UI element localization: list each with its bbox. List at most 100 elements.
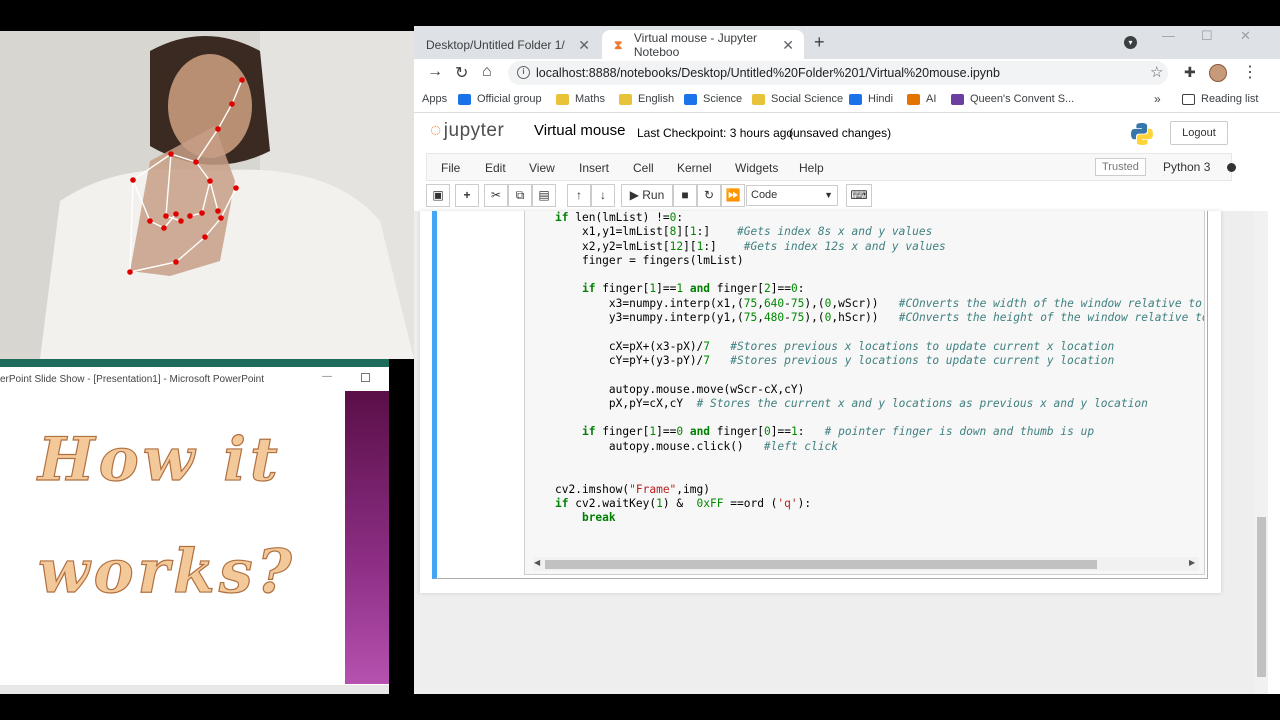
- trusted-badge[interactable]: Trusted: [1095, 158, 1146, 176]
- powerpoint-status-bar: [0, 685, 389, 694]
- minimize-icon[interactable]: —: [322, 371, 332, 382]
- scrollbar-thumb[interactable]: [545, 560, 1097, 569]
- code-editor[interactable]: if len(lmList) !=0: x1,y1=lmList[8][1:] …: [524, 211, 1205, 575]
- folder-icon: [684, 93, 697, 105]
- code-line: cv2.imshow("Frame",img): [555, 482, 711, 496]
- code-line: pX,pY=cX,cY # Stores the current x and y…: [608, 396, 1148, 410]
- bookmarks-bar: Apps Official group Maths English Scienc…: [414, 87, 1280, 113]
- code-line: if len(lmList) !=0:: [555, 211, 684, 224]
- code-line: x2,y2=lmList[12][1:] #Gets index 12s x a…: [581, 239, 946, 253]
- folder-icon: [907, 93, 920, 105]
- menu-cell[interactable]: Cell: [633, 161, 654, 175]
- minimize-icon[interactable]: —: [1162, 28, 1175, 43]
- page-scrollbar[interactable]: [1254, 211, 1268, 694]
- menu-insert[interactable]: Insert: [579, 161, 609, 175]
- logout-button[interactable]: Logout: [1170, 121, 1228, 145]
- keyboard-icon[interactable]: ⌨: [846, 184, 872, 207]
- cell-type-select[interactable]: Code ▼: [746, 185, 838, 206]
- bookmark-social-science[interactable]: Social Science: [752, 93, 843, 105]
- close-tab-icon[interactable]: ✕: [578, 37, 590, 54]
- extensions-icon[interactable]: ✚: [1184, 64, 1196, 81]
- profile-avatar[interactable]: [1209, 64, 1227, 82]
- slide-title-line-2: works?: [37, 536, 296, 607]
- reading-list-button[interactable]: Reading list: [1182, 93, 1258, 105]
- bookmark-maths[interactable]: Maths: [556, 93, 605, 105]
- horizontal-scrollbar[interactable]: ◀ ▶: [533, 557, 1199, 571]
- hand-tracking-frame: [0, 31, 414, 359]
- close-tab-icon[interactable]: ✕: [782, 37, 794, 54]
- url-input[interactable]: i localhost:8888/notebooks/Desktop/Untit…: [508, 61, 1168, 85]
- reload-icon[interactable]: ↻: [455, 63, 468, 83]
- code-text[interactable]: if len(lmList) !=0: x1,y1=lmList[8][1:] …: [555, 211, 1205, 526]
- url-text: localhost:8888/notebooks/Desktop/Untitle…: [536, 66, 1000, 80]
- folder-icon: [752, 93, 765, 105]
- close-window-icon[interactable]: ✕: [1240, 28, 1251, 44]
- jupyter-toolbar: ▣ + ✂ ⧉ ▤ ↑ ↓ ▶ Run ■ ↻ ⏩ Code ▼ ⌨: [426, 183, 1232, 209]
- new-tab-button[interactable]: +: [814, 32, 825, 53]
- bookmark-queens-convent[interactable]: Queen's Convent S...: [951, 93, 1074, 105]
- save-icon[interactable]: ▣: [426, 184, 450, 207]
- code-line: if finger[1]==1 and finger[2]==0:: [581, 282, 805, 296]
- menu-edit[interactable]: Edit: [485, 161, 506, 175]
- bookmark-apps[interactable]: Apps: [422, 93, 447, 105]
- paste-icon[interactable]: ▤: [532, 184, 556, 207]
- move-down-icon[interactable]: ↓: [591, 184, 615, 207]
- move-up-icon[interactable]: ↑: [567, 184, 591, 207]
- forward-icon[interactable]: →: [427, 63, 443, 81]
- bookmark-science[interactable]: Science: [684, 93, 742, 105]
- address-bar-row: → ↻ ⌂ i localhost:8888/notebooks/Desktop…: [414, 59, 1280, 87]
- calendar-icon: [951, 93, 964, 105]
- code-line: if cv2.waitKey(1) & 0xFF ==ord ('q'):: [555, 496, 812, 510]
- bookmark-ai[interactable]: AI: [907, 93, 936, 105]
- restart-icon[interactable]: ↻: [697, 184, 721, 207]
- bookmark-star-icon[interactable]: ☆: [1150, 63, 1163, 81]
- code-line: if finger[1]==0 and finger[0]==1: # poin…: [581, 425, 1095, 439]
- slide-sidebar-graphic: [345, 391, 389, 684]
- powerpoint-window[interactable]: erPoint Slide Show - [Presentation1] - M…: [0, 367, 389, 694]
- code-line: finger = fingers(lmList): [581, 253, 744, 267]
- cut-icon[interactable]: ✂: [484, 184, 508, 207]
- insert-cell-icon[interactable]: +: [455, 184, 479, 207]
- more-bookmarks-icon[interactable]: »: [1154, 92, 1161, 106]
- fast-forward-icon[interactable]: ⏩: [721, 184, 745, 207]
- checkpoint-status: Last Checkpoint: 3 hours ago: [637, 126, 794, 140]
- menu-widgets[interactable]: Widgets: [735, 161, 778, 175]
- browser-window: Desktop/Untitled Folder 1/ ✕ ⧗ Virtual m…: [414, 26, 1280, 694]
- menu-view[interactable]: View: [529, 161, 555, 175]
- play-icon: ▶: [629, 188, 643, 202]
- menu-kernel[interactable]: Kernel: [677, 161, 712, 175]
- notebook-container: if len(lmList) !=0: x1,y1=lmList[8][1:] …: [420, 211, 1221, 593]
- menu-help[interactable]: Help: [799, 161, 824, 175]
- maximize-icon[interactable]: [361, 373, 370, 382]
- reading-list-icon: [1182, 93, 1195, 105]
- copy-icon[interactable]: ⧉: [508, 184, 532, 207]
- powerpoint-window-title: erPoint Slide Show - [Presentation1] - M…: [0, 374, 265, 385]
- tab-virtual-mouse[interactable]: ⧗ Virtual mouse - Jupyter Noteboo ✕: [602, 30, 804, 59]
- scrollbar-thumb[interactable]: [1257, 517, 1266, 677]
- menu-file[interactable]: File: [441, 161, 460, 175]
- site-info-icon[interactable]: i: [517, 66, 530, 79]
- scroll-right-icon[interactable]: ▶: [1189, 558, 1195, 567]
- scroll-left-icon[interactable]: ◀: [534, 558, 540, 567]
- jupyter-logo-icon: ◌: [430, 120, 442, 141]
- stop-icon[interactable]: ■: [673, 184, 697, 207]
- jupyter-menubar: File Edit View Insert Cell Kernel Widget…: [426, 153, 1236, 181]
- more-menu-icon[interactable]: ⋮: [1242, 62, 1258, 82]
- tab-untitled-folder[interactable]: Desktop/Untitled Folder 1/ ✕: [414, 30, 600, 59]
- kernel-name[interactable]: Python 3: [1163, 160, 1210, 174]
- home-icon[interactable]: ⌂: [482, 63, 492, 81]
- tab-search-icon[interactable]: ▾: [1124, 36, 1137, 49]
- bookmark-hindi[interactable]: Hindi: [849, 93, 893, 105]
- jupyter-header: ◌ jupyter Virtual mouse Last Checkpoint: …: [414, 114, 1280, 150]
- run-button[interactable]: ▶ Run: [621, 184, 673, 207]
- notebook-name[interactable]: Virtual mouse: [534, 122, 625, 139]
- maximize-icon[interactable]: ☐: [1201, 28, 1213, 44]
- code-line: cX=pX+(x3-pX)/7 #Stores previous x locat…: [608, 339, 1115, 353]
- jupyter-logo[interactable]: ◌ jupyter: [430, 120, 504, 142]
- code-line: y3=numpy.interp(y1,(75,480-75),(0,hScr))…: [608, 311, 1205, 325]
- bookmark-official-group[interactable]: Official group: [458, 93, 542, 105]
- bookmark-english[interactable]: English: [619, 93, 674, 105]
- code-line: cY=pY+(y3-pY)/7 #Stores previous y locat…: [608, 353, 1115, 367]
